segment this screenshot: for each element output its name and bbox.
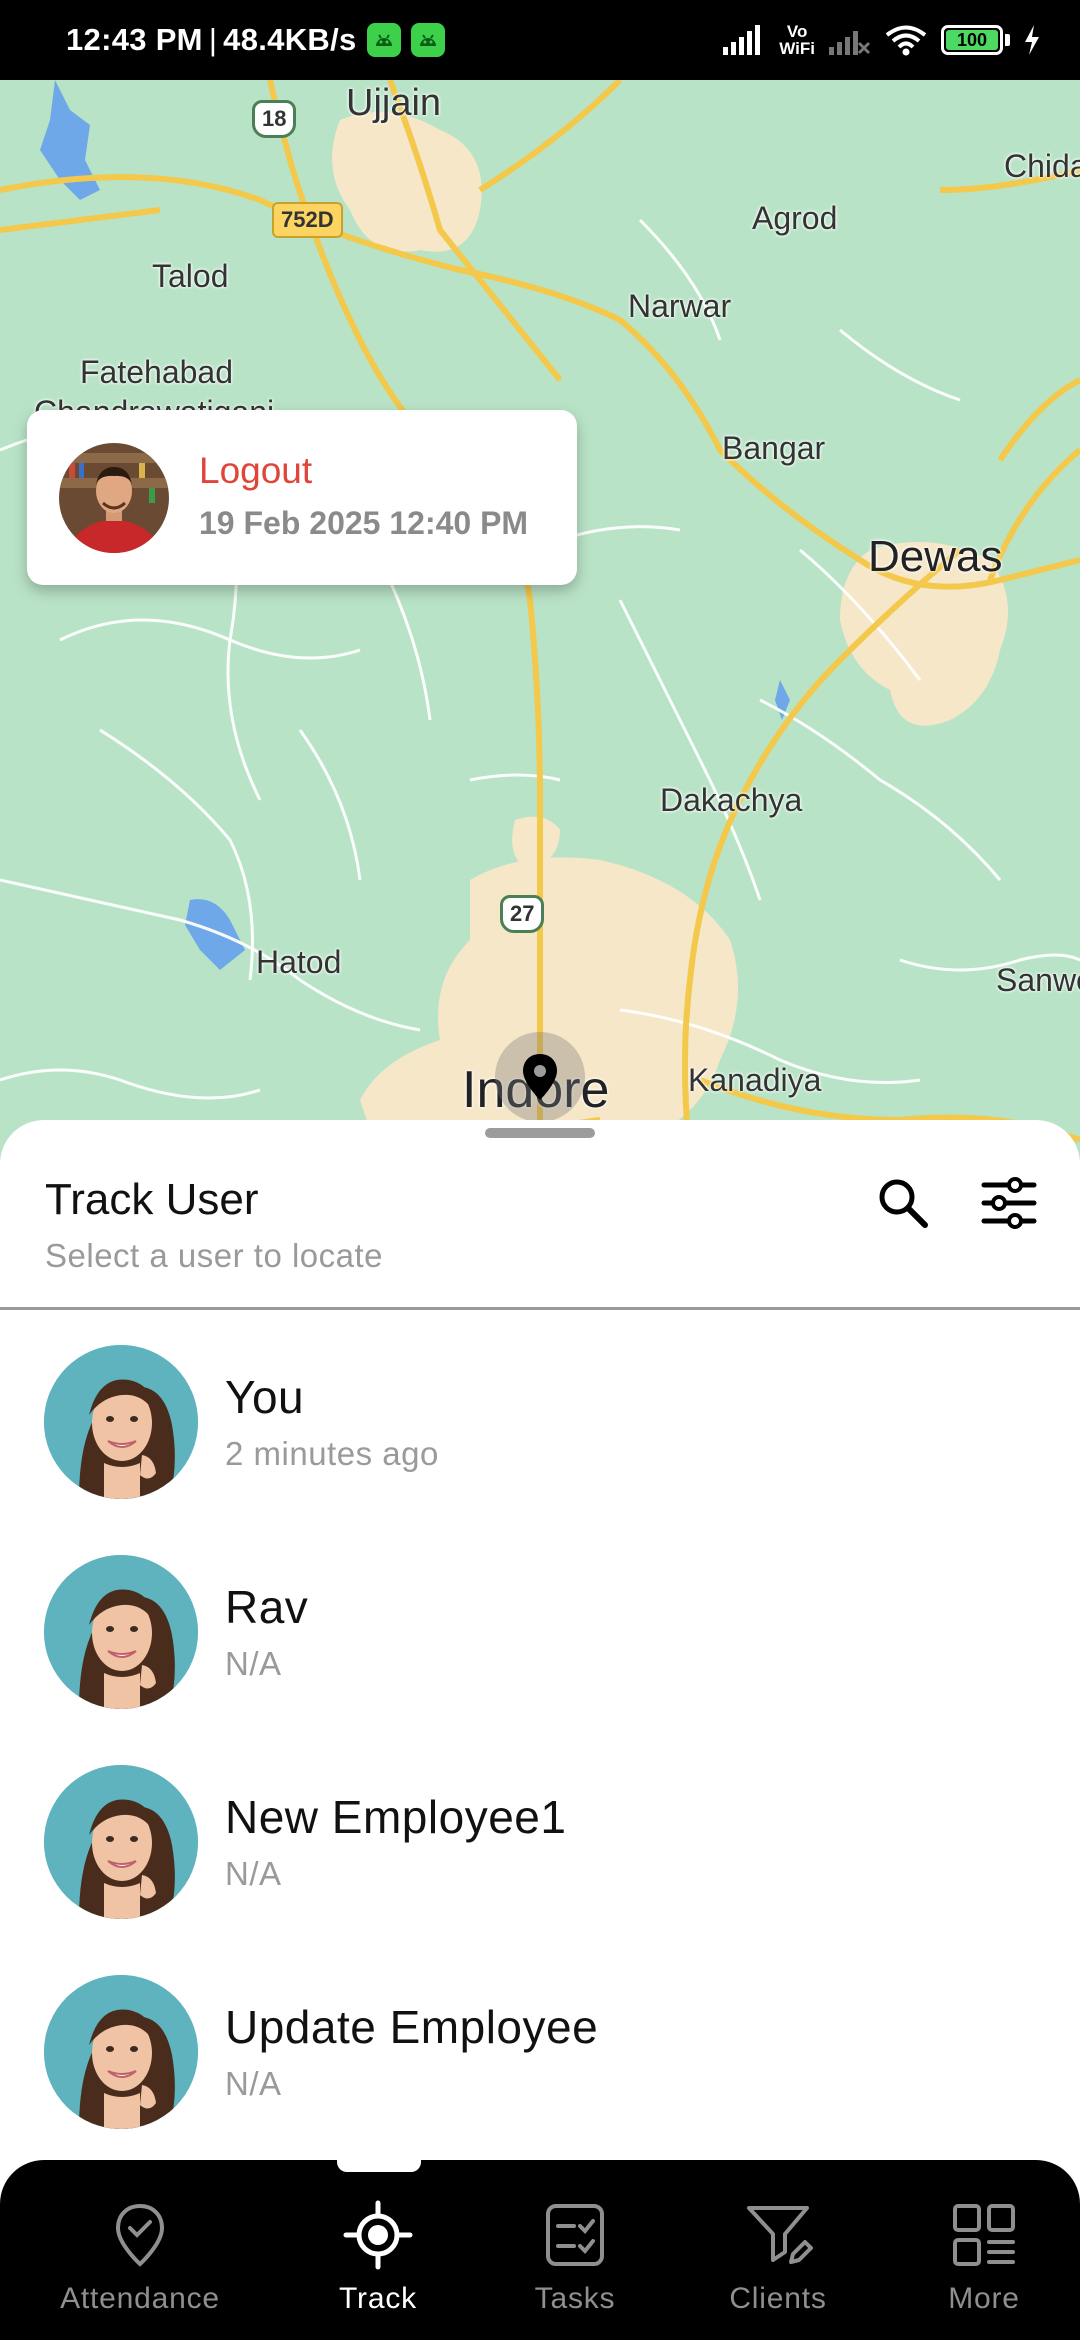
map-canvas (0, 80, 1080, 1160)
user-name: You (225, 1371, 305, 1423)
user-list-item[interactable]: Rav N/A (0, 1535, 1080, 1735)
user-avatar (44, 1975, 198, 2129)
sheet-drag-handle[interactable] (485, 1128, 595, 1138)
map-label-chida: Chida (1004, 148, 1080, 184)
android-notification-icon (410, 23, 445, 57)
vowifi-bottom: WiFi (779, 39, 815, 58)
android-notification-icon (366, 23, 401, 57)
sliders-icon (981, 1177, 1037, 1229)
map-label-hatod: Hatod (256, 944, 342, 980)
status-left: 12:43 PM | 48.4KB/s (66, 0, 445, 80)
highway-shield-752d: 752D (272, 202, 343, 238)
map-label-kanadiya: Kanadiya (688, 1062, 822, 1098)
user-avatar (44, 1345, 198, 1499)
user-name: Update Employee (225, 2001, 599, 2053)
map-label-agrod: Agrod (752, 200, 838, 236)
user-last-seen: N/A (225, 2065, 282, 2102)
grid-icon (953, 2204, 1015, 2266)
map-label-talod: Talod (152, 258, 229, 294)
popup-status: Logout (199, 450, 313, 491)
map-label-ujjain: Ujjain (346, 82, 442, 124)
nav-label-more: More (948, 2282, 1020, 2315)
nav-label-clients: Clients (729, 2282, 827, 2315)
user-last-seen: N/A (225, 1645, 282, 1682)
nav-label-tasks: Tasks (534, 2282, 616, 2315)
crosshair-icon (343, 2200, 413, 2270)
battery-level: 100 (956, 30, 988, 50)
wifi-icon (885, 25, 927, 56)
nav-item-tasks[interactable]: Tasks (475, 2200, 675, 2330)
battery-cap (1005, 34, 1010, 46)
nav-item-track[interactable]: Track (278, 2200, 478, 2330)
sheet-subtitle: Select a user to locate (45, 1237, 384, 1274)
vowifi-top: Vo (786, 22, 808, 41)
filter-edit-icon (747, 2206, 813, 2264)
status-time: 12:43 PM (66, 22, 203, 57)
charging-icon (1025, 25, 1039, 55)
status-bar: 12:43 PM | 48.4KB/s Vo WiFi 100 (0, 0, 1080, 80)
search-icon (879, 1179, 928, 1228)
user-avatar (44, 1555, 198, 1709)
filter-button[interactable] (974, 1168, 1044, 1238)
battery-indicator: 100 (941, 25, 1010, 55)
popup-avatar (59, 443, 169, 553)
nav-item-clients[interactable]: Clients (678, 2200, 878, 2330)
signal-no-service-icon (829, 31, 871, 55)
status-right: Vo WiFi 100 (723, 0, 1040, 80)
map-label-narwar: Narwar (628, 288, 732, 324)
nav-label-track: Track (339, 2282, 417, 2315)
nav-label-attendance: Attendance (60, 2282, 220, 2315)
map-label-dakachya: Dakachya (660, 782, 803, 818)
task-list-icon (546, 2204, 604, 2266)
nav-item-attendance[interactable]: Attendance (40, 2200, 240, 2330)
bottom-navigation: Attendance Track Tasks Clients More (0, 2160, 1080, 2340)
user-list-item[interactable]: Update Employee N/A (0, 1955, 1080, 2155)
location-check-icon (115, 2203, 165, 2267)
user-list-item[interactable]: New Employee1 N/A (0, 1745, 1080, 1945)
map-label-sanwer: Sanwer (996, 962, 1080, 998)
signal-icon (723, 25, 761, 55)
user-name: New Employee1 (225, 1791, 567, 1843)
popup-datetime: 19 Feb 2025 12:40 PM (199, 505, 529, 541)
map-label-dewas: Dewas (868, 532, 1003, 581)
location-pin-icon[interactable] (495, 1032, 585, 1122)
vowifi-icon: Vo WiFi (779, 23, 815, 57)
highway-shield-27: 27 (500, 895, 545, 933)
user-name: Rav (225, 1581, 309, 1633)
sheet-title: Track User (45, 1175, 259, 1224)
active-tab-indicator (337, 2160, 421, 2172)
user-info-popup[interactable]: Logout 19 Feb 2025 12:40 PM (27, 410, 577, 585)
battery-icon: 100 (941, 25, 1003, 55)
highway-shield-18: 18 (252, 100, 297, 138)
map-label-bangar: Bangar (722, 430, 826, 466)
map-view[interactable]: 18 752D 27 Ujjain Chida Agrod Talod Narw… (0, 80, 1080, 1160)
nav-item-more[interactable]: More (884, 2200, 1080, 2330)
status-separator: | (208, 22, 218, 57)
network-speed: 48.4KB/s (223, 22, 357, 57)
map-label-fatehabad: Fatehabad (80, 354, 234, 390)
user-avatar (44, 1765, 198, 1919)
track-user-sheet: Track User Select a user to locate You 2 … (0, 1120, 1080, 2165)
user-last-seen: 2 minutes ago (225, 1435, 439, 1472)
search-button[interactable] (868, 1168, 938, 1238)
user-list-item[interactable]: You 2 minutes ago (0, 1325, 1080, 1525)
sheet-divider (0, 1307, 1080, 1310)
user-last-seen: N/A (225, 1855, 282, 1892)
